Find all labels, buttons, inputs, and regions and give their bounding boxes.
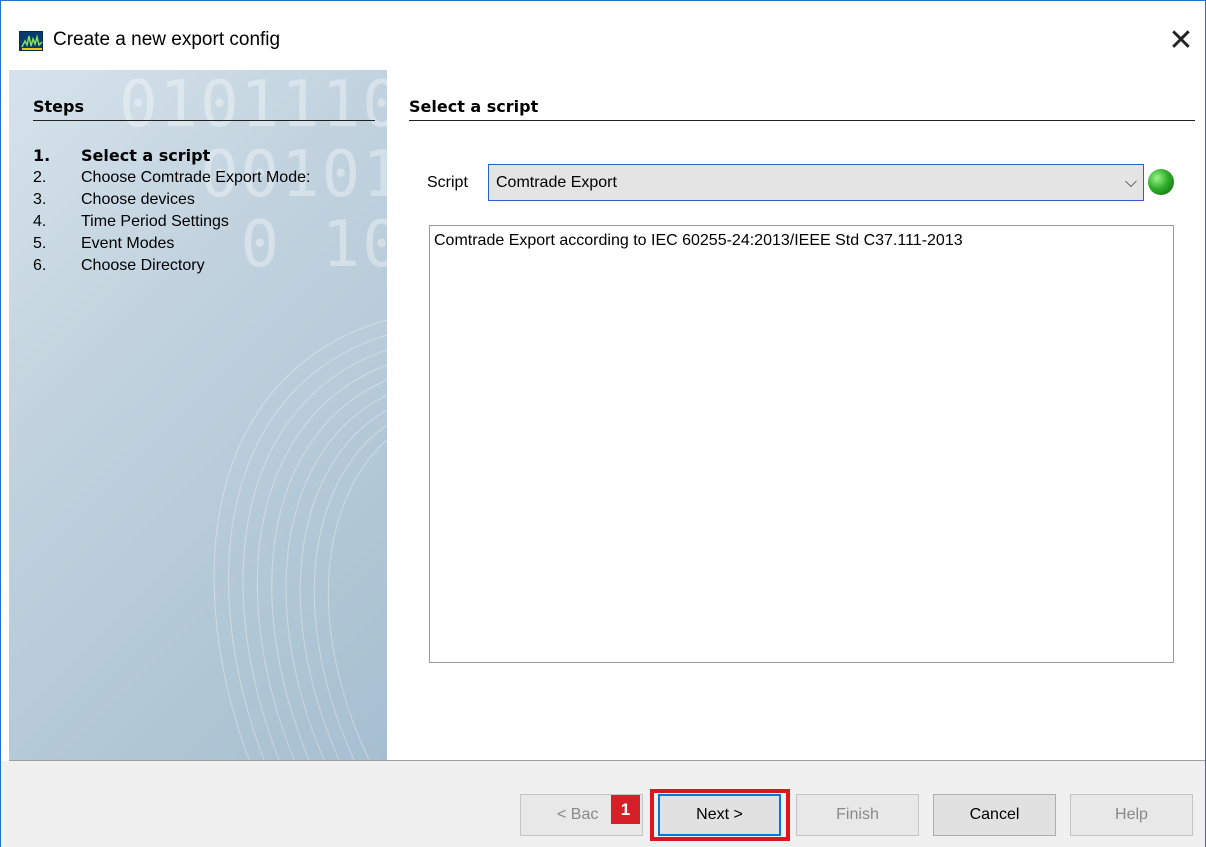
- page-title: Select a script: [409, 97, 539, 116]
- steps-list: 1. Select a script 2. Choose Comtrade Ex…: [33, 146, 363, 278]
- step-number: 2.: [33, 169, 47, 186]
- step-number: 3.: [33, 191, 47, 208]
- close-icon[interactable]: ✕: [1161, 21, 1201, 61]
- annotation-highlight: [650, 789, 790, 841]
- step-label: Event Modes: [81, 235, 175, 252]
- steps-divider: [33, 120, 375, 121]
- step-label: Time Period Settings: [81, 213, 229, 230]
- window-title: Create a new export config: [53, 29, 281, 50]
- finish-button[interactable]: Finish: [796, 794, 919, 836]
- content-panel: Select a script Script Comtrade Export ⌵…: [387, 70, 1205, 760]
- script-label: Script: [427, 174, 468, 191]
- step-number: 6.: [33, 257, 47, 274]
- steps-heading: Steps: [33, 97, 84, 116]
- step-label: Choose Comtrade Export Mode:: [81, 169, 311, 186]
- app-waveform-icon: [19, 31, 43, 51]
- chevron-down-icon: ⌵: [1124, 172, 1137, 191]
- title-bar: Create a new export config ✕: [1, 1, 1205, 70]
- script-select-value: Comtrade Export: [496, 174, 617, 191]
- step-item: 1. Select a script: [33, 146, 363, 165]
- annotation-badge: 1: [611, 795, 640, 824]
- script-description-box[interactable]: Comtrade Export according to IEC 60255-2…: [429, 225, 1174, 663]
- step-item: 5. Event Modes: [33, 234, 363, 253]
- step-label: Select a script: [81, 146, 211, 165]
- step-label: Choose devices: [81, 191, 195, 208]
- step-item: 3. Choose devices: [33, 190, 363, 209]
- step-number: 4.: [33, 213, 47, 230]
- help-button[interactable]: Help: [1070, 794, 1193, 836]
- status-ok-icon: [1148, 169, 1174, 195]
- button-bar: < Bac 1 Next > Finish Cancel Help: [1, 761, 1205, 847]
- script-select[interactable]: Comtrade Export ⌵: [488, 164, 1144, 201]
- title-divider: [409, 120, 1195, 121]
- step-number: 5.: [33, 235, 47, 252]
- step-item: 2. Choose Comtrade Export Mode:: [33, 168, 363, 187]
- step-number: 1.: [33, 146, 51, 165]
- steps-panel: 0101110 001011 0 101 Steps 1. Select a s…: [9, 70, 387, 760]
- step-label: Choose Directory: [81, 257, 205, 274]
- step-item: 4. Time Period Settings: [33, 212, 363, 231]
- step-item: 6. Choose Directory: [33, 256, 363, 275]
- cancel-button[interactable]: Cancel: [933, 794, 1056, 836]
- dialog-window: Create a new export config ✕ 0101110 001…: [0, 0, 1206, 847]
- script-description-text: Comtrade Export according to IEC 60255-2…: [434, 232, 963, 249]
